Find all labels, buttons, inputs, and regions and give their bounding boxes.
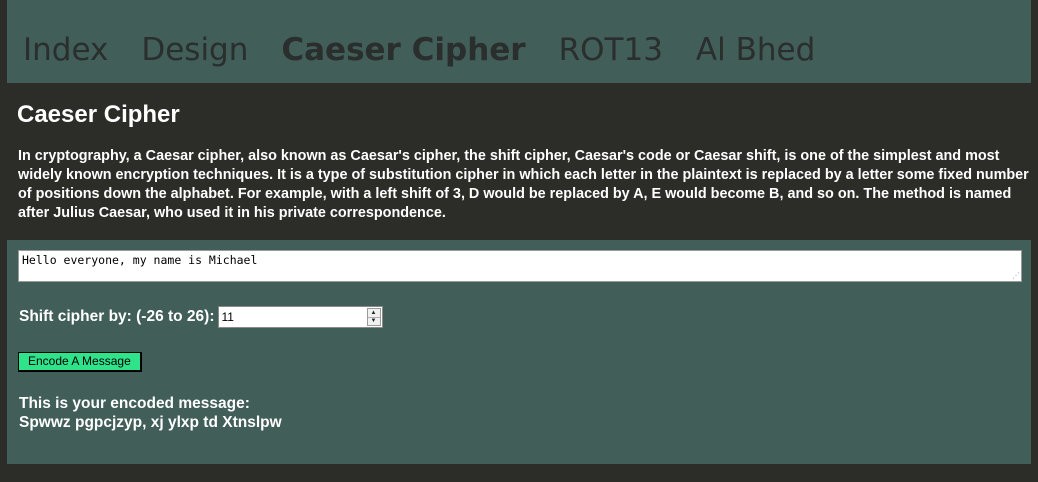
shift-value[interactable]: 11 [222, 310, 234, 324]
nav-item-rot13[interactable]: ROT13 [559, 28, 663, 72]
nav-list: Index Design Caeser Cipher ROT13 Al Bhed [23, 28, 848, 72]
top-navigation: Index Design Caeser Cipher ROT13 Al Bhed [7, 0, 1031, 83]
encode-button[interactable]: Encode A Message [18, 352, 142, 372]
cipher-panel: Hello everyone, my name is Michael ⋰ Shi… [7, 240, 1031, 464]
resize-grip-icon[interactable]: ⋰ [1012, 272, 1020, 280]
triangle-down-icon[interactable]: ▼ [368, 317, 380, 325]
result-label: This is your encoded message: [19, 395, 250, 412]
shift-label: Shift cipher by: (-26 to 26): [19, 308, 215, 325]
nav-item-caeser-cipher[interactable]: Caeser Cipher [281, 28, 525, 72]
message-input[interactable]: Hello everyone, my name is Michael [18, 250, 1022, 282]
stepper-buttons: ▲ ▼ [366, 308, 381, 326]
encoded-message: Spwwz pgpcjzyp, xj ylxp td Xtnslpw [19, 414, 282, 431]
nav-item-design[interactable]: Design [141, 28, 248, 72]
nav-item-index[interactable]: Index [23, 28, 108, 72]
shift-stepper[interactable]: 11 ▲ ▼ [217, 306, 383, 328]
nav-item-al-bhed[interactable]: Al Bhed [696, 28, 815, 72]
shift-row: Shift cipher by: (-26 to 26): 11 ▲ ▼ [19, 306, 383, 328]
intro-paragraph: In cryptography, a Caesar cipher, also k… [18, 148, 1029, 221]
page-title: Caeser Cipher [17, 101, 180, 128]
